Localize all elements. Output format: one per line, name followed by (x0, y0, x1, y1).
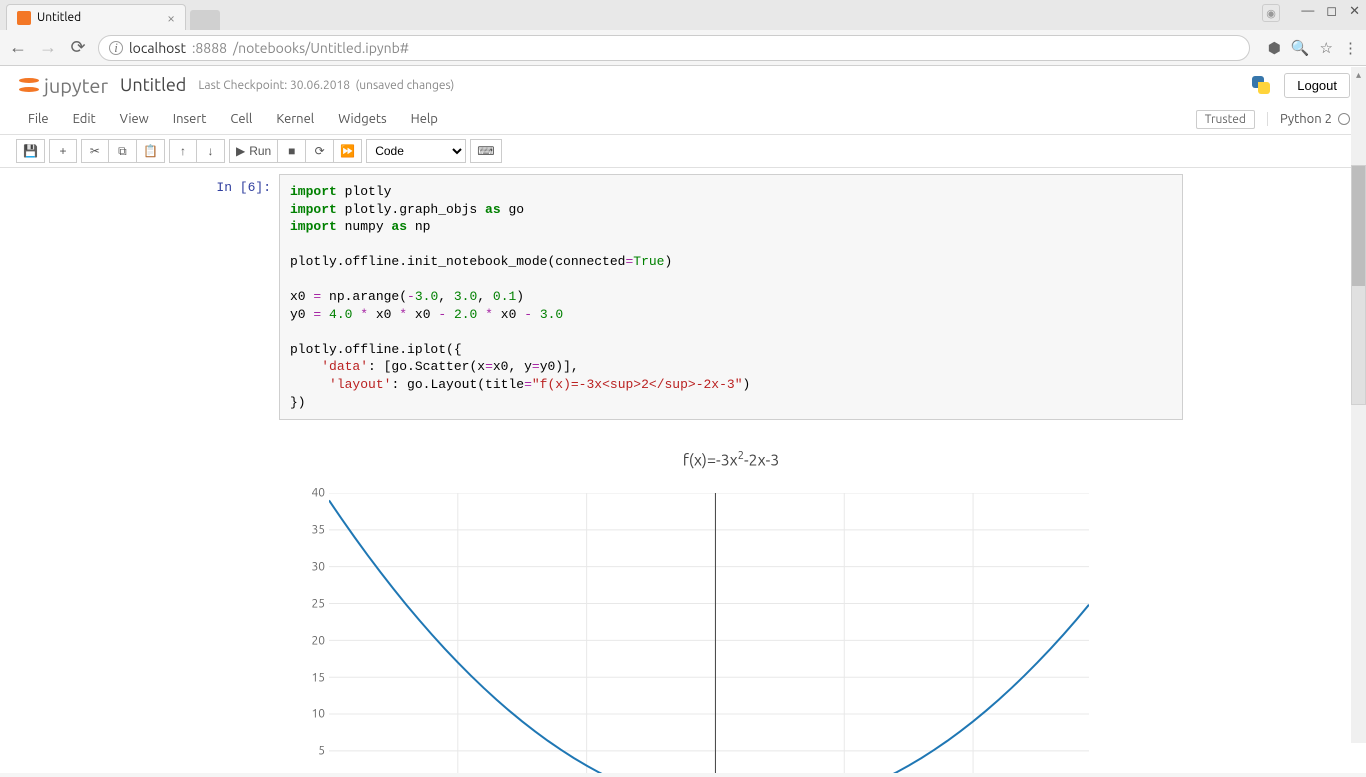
address-bar: ← → ⟳ i localhost :8888/notebooks/Untitle… (0, 30, 1366, 66)
jupyter-header: jupyter Untitled Last Checkpoint: 30.06.… (0, 66, 1366, 104)
close-window-icon[interactable]: ✕ (1349, 4, 1360, 19)
menu-cell[interactable]: Cell (218, 106, 264, 132)
logout-button[interactable]: Logout (1284, 73, 1350, 98)
menu-insert[interactable]: Insert (161, 106, 219, 132)
scrollbar-thumb[interactable] (1352, 166, 1365, 286)
code-input[interactable]: import plotly import plotly.graph_objs a… (279, 174, 1183, 420)
kernel-status-icon (1338, 113, 1350, 125)
url-host: localhost (129, 40, 186, 56)
browser-tab[interactable]: Untitled × (6, 4, 186, 30)
url-port: :8888 (192, 40, 227, 56)
interrupt-button[interactable]: ■ (278, 139, 306, 163)
paste-button[interactable]: 📋 (137, 139, 165, 163)
back-button[interactable]: ← (8, 37, 28, 58)
copy-button[interactable]: ⧉ (109, 139, 137, 163)
menu-icon[interactable]: ⋮ (1343, 39, 1358, 57)
move-up-button[interactable]: ↑ (169, 139, 197, 163)
menu-view[interactable]: View (108, 106, 161, 132)
minimize-icon[interactable]: — (1301, 4, 1314, 19)
notebook-area: In [6]: import plotly import plotly.grap… (0, 168, 1366, 773)
command-palette-button[interactable]: ⌨ (470, 139, 501, 163)
checkpoint-label: Last Checkpoint: 30.06.2018 (unsaved cha… (198, 79, 454, 92)
move-down-button[interactable]: ↓ (197, 139, 225, 163)
jupyter-logo-icon (16, 72, 42, 98)
reload-button[interactable]: ⟳ (68, 37, 88, 58)
y-axis: 510152025303540 (295, 493, 325, 773)
trusted-badge[interactable]: Trusted (1196, 110, 1255, 129)
toolbar: 💾 + ✂ ⧉ 📋 ↑ ↓ ▶Run ■ ⟳ ⏩ Code ⌨ (0, 135, 1366, 168)
notebook-title[interactable]: Untitled (120, 75, 186, 95)
run-button[interactable]: ▶Run (229, 139, 278, 163)
kernel-name: Python 2 (1280, 112, 1332, 126)
site-info-icon[interactable]: i (109, 41, 123, 55)
output-area: f(x)=-3x2-2x-3 510152025303540 (183, 450, 1183, 773)
jupyter-logo-text: jupyter (44, 74, 108, 97)
bookmark-icon[interactable]: ☆ (1320, 39, 1333, 57)
cut-button[interactable]: ✂ (81, 139, 109, 163)
menu-file[interactable]: File (16, 106, 61, 132)
jupyter-logo[interactable]: jupyter (16, 72, 108, 98)
chart-title: f(x)=-3x2-2x-3 (279, 450, 1183, 469)
restart-run-all-button[interactable]: ⏩ (334, 139, 362, 163)
input-prompt: In [6]: (183, 174, 279, 420)
code-cell[interactable]: In [6]: import plotly import plotly.grap… (183, 174, 1183, 420)
zoom-icon[interactable]: 🔍 (1291, 39, 1310, 57)
url-input[interactable]: i localhost :8888/notebooks/Untitled.ipyn… (98, 35, 1250, 61)
python-logo-icon (1250, 74, 1272, 96)
tab-bar: Untitled × (0, 0, 1366, 30)
new-tab-button[interactable] (190, 10, 220, 30)
plotly-chart[interactable]: 510152025303540 (329, 493, 1089, 773)
menu-edit[interactable]: Edit (61, 106, 108, 132)
menu-widgets[interactable]: Widgets (326, 106, 398, 132)
menu-help[interactable]: Help (399, 106, 450, 132)
kernel-indicator[interactable]: Python 2 (1267, 112, 1350, 126)
browser-chrome: Untitled × ◉ — ◻ ✕ ← → ⟳ i localhost :888… (0, 0, 1366, 66)
forward-button: → (38, 37, 58, 58)
menu-kernel[interactable]: Kernel (264, 106, 326, 132)
maximize-icon[interactable]: ◻ (1326, 4, 1337, 19)
scrollbar[interactable] (1351, 165, 1366, 405)
url-path: /notebooks/Untitled.ipynb# (233, 40, 409, 56)
menubar: File Edit View Insert Cell Kernel Widget… (0, 104, 1366, 135)
address-icons: ⬢ 🔍 ☆ ⋮ (1268, 39, 1358, 57)
add-cell-button[interactable]: + (49, 139, 77, 163)
restart-button[interactable]: ⟳ (306, 139, 334, 163)
extension-icon[interactable]: ⬢ (1268, 39, 1281, 57)
scroll-up-icon[interactable]: ▴ (1353, 69, 1364, 80)
tab-title: Untitled (37, 11, 81, 24)
window-controls: — ◻ ✕ (1301, 4, 1360, 19)
profile-icon[interactable]: ◉ (1262, 4, 1280, 22)
cell-type-select[interactable]: Code (366, 139, 466, 163)
jupyter-favicon-icon (17, 11, 31, 25)
tab-close-icon[interactable]: × (167, 10, 175, 26)
save-button[interactable]: 💾 (16, 139, 45, 163)
jupyter-app: jupyter Untitled Last Checkpoint: 30.06.… (0, 66, 1366, 773)
run-icon: ▶ (236, 144, 245, 158)
